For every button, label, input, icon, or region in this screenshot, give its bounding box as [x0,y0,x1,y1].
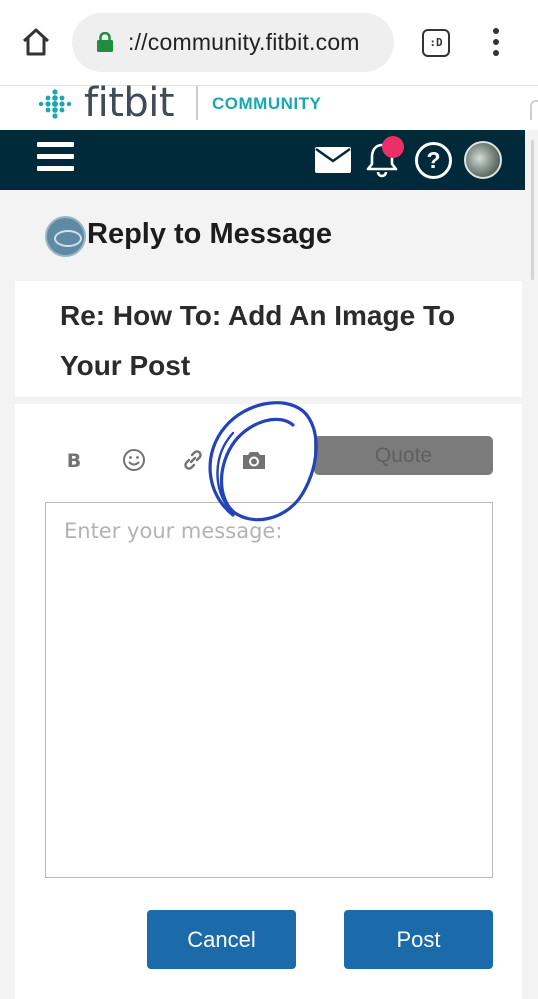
hamburger-menu-icon[interactable] [37,142,74,176]
url-text: ://community.fitbit.com [128,29,360,55]
message-subject: Re: How To: Add An Image To Your Post [60,300,456,381]
post-button[interactable]: Post [344,910,493,969]
camera-icon[interactable] [237,443,271,477]
emoji-icon[interactable] [117,443,151,477]
scroll-indicator [530,100,538,120]
browser-toolbar: ://community.fitbit.com :D [0,0,538,86]
address-bar[interactable]: ://community.fitbit.com [72,13,394,72]
site-header: fitbit COMMUNITY [0,80,538,130]
kebab-menu-icon[interactable] [486,28,506,60]
nav-bar: ? [0,130,525,190]
logo-divider [196,86,198,120]
lock-icon [96,31,114,52]
home-icon[interactable] [20,26,52,58]
help-icon[interactable]: ? [415,142,452,179]
mail-icon[interactable] [315,147,351,173]
cancel-button[interactable]: Cancel [147,910,296,969]
scrollbar-thumb[interactable] [531,140,534,280]
logo-community-label[interactable]: COMMUNITY [212,94,321,114]
quote-button[interactable]: Quote [314,436,493,475]
bold-button[interactable]: B [57,444,91,478]
message-input[interactable] [46,503,492,877]
message-box[interactable] [45,502,493,878]
user-avatar[interactable] [464,141,502,179]
page-title: Reply to Message [87,218,332,250]
tab-switcher-button[interactable]: :D [422,29,450,57]
link-icon[interactable] [176,443,210,477]
subject-card: Re: How To: Add An Image To Your Post [15,281,522,397]
fitbit-logo-icon [38,87,76,121]
reply-editor: B Quote Cancel Post [15,404,522,999]
logo-wordmark[interactable]: fitbit [84,80,175,126]
notification-badge [382,136,404,158]
author-avatar [45,216,86,257]
